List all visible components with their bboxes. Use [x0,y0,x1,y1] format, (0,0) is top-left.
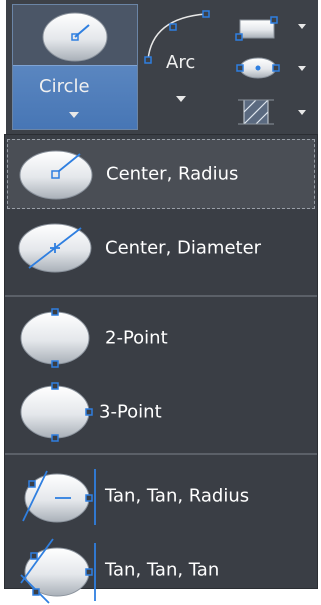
menu-item-2-point[interactable]: 2-Point [7,303,315,373]
menu-item-label: 2-Point [105,327,168,349]
circle-center-diameter-icon [18,223,92,273]
rectangle-icon [235,16,278,41]
draw-ribbon-panel: Circle Arc [6,0,318,140]
circle-button-label: Circle [39,76,90,97]
circle-button[interactable]: Circle [12,4,138,130]
arc-button[interactable]: Arc [140,4,214,130]
chevron-down-icon [298,24,306,29]
menu-item-tan-tan-radius[interactable]: Tan, Tan, Radius [7,461,315,531]
arc-button-label: Arc [166,52,196,73]
menu-item-center-diameter[interactable]: Center, Diameter [7,213,315,283]
ellipse-tool-button[interactable] [230,50,314,86]
circle-tan-tan-tan-icon [20,538,96,604]
menu-item-label: 3-Point [99,401,162,423]
menu-item-tan-tan-tan[interactable]: Tan, Tan, Tan [7,535,315,605]
chevron-down-icon [69,112,79,118]
circle-tan-tan-radius-icon [22,469,96,525]
circle-center-radius-icon [19,150,93,200]
ellipse-icon [236,57,280,79]
menu-item-center-radius[interactable]: Center, Radius [7,139,315,209]
hatch-tool-button[interactable] [230,92,314,132]
menu-item-label: Center, Diameter [105,237,262,259]
chevron-down-icon [298,66,306,71]
menu-separator [5,295,317,297]
circle-dropdown-toggle[interactable]: Circle [13,65,137,129]
menu-item-label: Center, Radius [106,163,239,185]
circle-2-point-icon [20,308,90,368]
rectangle-tool-button[interactable] [230,8,314,44]
circle-icon [42,12,108,62]
circle-dropdown-menu: Center, Radius Center, Diameter 2-Point … [4,134,318,604]
chevron-down-icon [298,110,306,115]
menu-item-label: Tan, Tan, Radius [105,485,250,507]
menu-item-label: Tan, Tan, Tan [105,559,220,581]
menu-item-3-point[interactable]: 3-Point [7,377,315,447]
hatch-icon [238,99,274,125]
circle-3-point-icon [20,382,93,442]
menu-separator [5,453,317,455]
chevron-down-icon [176,96,186,102]
circle-button-top[interactable] [13,5,137,65]
